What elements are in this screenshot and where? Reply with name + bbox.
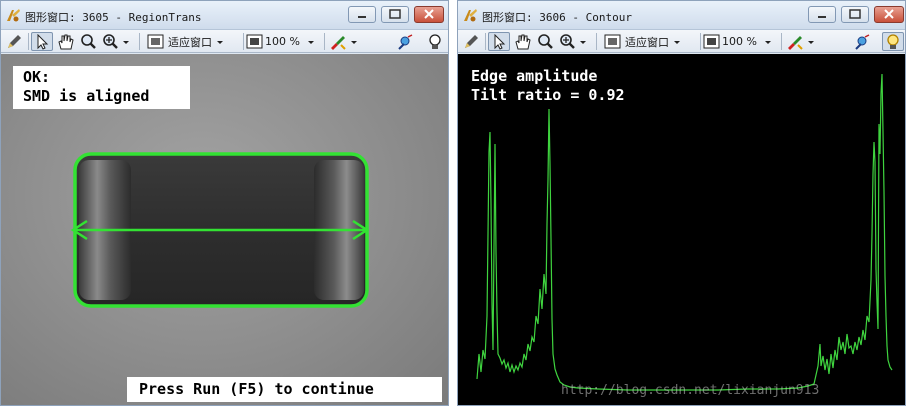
status-message-line: SMD is aligned [23,87,150,105]
maximize-button[interactable] [841,6,869,23]
zoom-in-icon [103,33,129,49]
chevron-down-icon [307,40,314,44]
inspect-icon [855,33,870,50]
inspect-button[interactable] [396,32,416,51]
magnifier-icon [81,33,96,49]
inspect-icon [398,33,413,50]
close-button[interactable] [874,6,904,23]
display-settings-button[interactable] [882,32,904,51]
edge-amplitude-trace [476,73,893,391]
zoom-level-icon [703,34,720,48]
zoom-level-dropdown[interactable]: 100 % [702,32,777,51]
inspect-button[interactable] [853,32,873,51]
magnifier-icon [538,33,553,49]
minimize-button[interactable] [808,6,836,23]
paint-brush-icon [331,35,357,50]
maximize-button[interactable] [381,6,409,23]
window-gap [449,0,457,406]
fit-window-dropdown[interactable]: 适应窗口 [603,32,685,51]
region-trans-window: 图形窗口: 3605 - RegionTrans 适应窗口 100 % OK: … [0,0,449,406]
pointer-tool-button[interactable] [488,32,510,51]
edit-tool-button[interactable] [5,32,25,51]
chevron-down-icon [674,40,680,44]
halcon-app-icon [464,9,477,22]
zoom-in-menu-button[interactable] [101,32,133,51]
fit-window-label: 适应窗口 [625,35,669,49]
lightbulb-icon [887,33,899,49]
zoom-level-icon [246,34,263,48]
window-title: 图形窗口: 3606 - Contour [482,11,632,24]
cursor-arrow-icon [494,33,506,50]
fit-window-dropdown[interactable]: 适应窗口 [146,32,228,51]
contour-display-area[interactable]: Edge amplitude Tilt ratio = 0.92 http://… [458,54,905,405]
pointer-tool-button[interactable] [31,32,53,51]
tilt-ratio-readout: Tilt ratio = 0.92 [471,86,625,104]
edit-tool-button[interactable] [462,32,482,51]
hand-pan-icon [58,34,74,49]
cursor-arrow-icon [37,33,49,50]
contour-window: 图形窗口: 3606 - Contour 适应窗口 100 % Edge amp… [457,0,906,406]
close-icon [424,9,434,19]
maximize-icon [389,9,401,19]
zoom-level-dropdown[interactable]: 100 % [245,32,320,51]
chevron-down-icon [217,40,223,44]
maximize-icon [849,9,861,19]
pan-tool-button[interactable] [513,32,533,51]
edge-amplitude-contour [476,73,893,391]
minimize-icon [358,16,366,18]
close-button[interactable] [414,6,444,23]
continue-prompt: Press Run (F5) to continue [127,377,442,402]
paint-brush-icon [788,35,814,50]
blog-watermark: http://blog.csdn.net/lixianjun913 [561,383,820,398]
pencil-edit-icon [8,34,21,48]
hand-pan-icon [515,34,531,49]
display-settings-button[interactable] [425,32,445,51]
color-settings-button[interactable] [329,32,361,51]
zoom-tool-button[interactable] [536,32,556,51]
color-settings-button[interactable] [786,32,818,51]
zoom-tool-button[interactable] [79,32,99,51]
pencil-edit-icon [465,34,478,48]
fit-window-icon [604,34,621,48]
toolbar: 适应窗口 100 % [458,30,905,53]
minimize-button[interactable] [348,6,376,23]
title-bar[interactable]: 图形窗口: 3605 - RegionTrans [1,1,448,30]
status-message-box: OK: SMD is aligned [13,66,190,109]
zoom-in-icon [560,33,586,49]
halcon-app-icon [7,9,20,22]
status-message-line: OK: [23,68,51,86]
chevron-down-icon [764,40,771,44]
window-title: 图形窗口: 3605 - RegionTrans [25,11,202,24]
pan-tool-button[interactable] [56,32,76,51]
minimize-icon [818,16,826,18]
fit-window-label: 适应窗口 [168,35,212,49]
lightbulb-icon [429,33,441,49]
image-display-area[interactable]: OK: SMD is aligned Press Run (F5) to cont… [1,54,448,405]
zoom-level-label: 100 % [265,35,300,48]
toolbar: 适应窗口 100 % [1,30,448,53]
close-icon [884,9,894,19]
plot-title-line: Edge amplitude [471,67,598,85]
zoom-in-menu-button[interactable] [558,32,590,51]
title-bar[interactable]: 图形窗口: 3606 - Contour [458,1,905,30]
fit-window-icon [147,34,164,48]
zoom-level-label: 100 % [722,35,757,48]
